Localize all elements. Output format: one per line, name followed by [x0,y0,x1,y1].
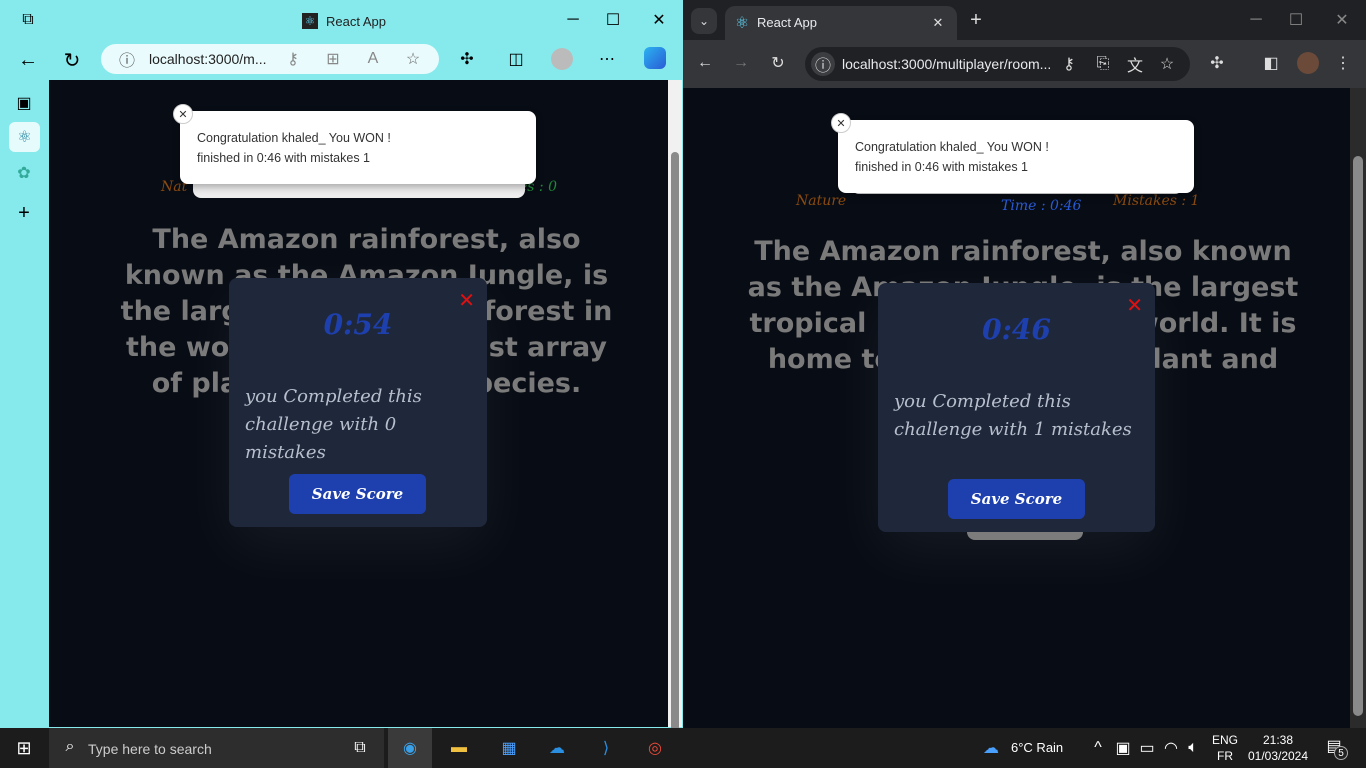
category-label: Nature [796,193,847,209]
onedrive-icon[interactable]: ☁ [546,738,568,758]
extensions-icon[interactable]: ✣ [456,48,478,70]
vscode-icon[interactable]: ⟩ [595,738,617,758]
new-tab-icon[interactable]: + [14,202,34,224]
tab-search-button[interactable]: ⌄ [691,8,717,34]
key-icon[interactable]: ⚷ [283,49,303,69]
modal-timer: 0:46 [982,313,1051,346]
minimize-button[interactable]: ─ [1241,10,1271,30]
split-screen-icon[interactable]: ◫ [505,48,527,70]
search-icon: ⌕ [65,738,75,755]
maximize-button[interactable]: ☐ [598,10,628,30]
close-button[interactable]: ✕ [644,10,674,30]
workspaces-icon[interactable]: ⧉ [18,10,38,30]
save-score-button[interactable]: Save Score [289,474,426,514]
modal-message: you Completed this challenge with 0 mist… [245,386,422,463]
edge-taskbar-icon[interactable]: ◉ [388,728,432,768]
result-modal: ✕ 0:46 you Completed this challenge with… [878,283,1155,532]
notification-count: 5 [1334,746,1348,760]
start-button[interactable]: ⊞ [12,738,36,758]
edge-window: ⧉ ⚛ React App ─ ☐ ✕ ← ↻ ⓘ localhost:3000… [0,0,683,752]
weather-text[interactable]: 6°C Rain [1011,740,1063,755]
result-modal: ✕ 0:54 you Completed this challenge with… [229,278,487,527]
install-app-icon[interactable]: ⎘ [1093,54,1113,74]
lang-secondary: FR [1217,749,1233,763]
site-info-icon[interactable]: ⓘ [811,52,835,76]
clock-date: 01/03/2024 [1247,749,1309,763]
apps-icon[interactable]: ⊞ [323,49,343,69]
react-icon: ⚛ [302,13,318,29]
chrome-taskbar-icon[interactable]: ◎ [644,738,666,758]
translate-icon[interactable]: 文 [1125,54,1145,75]
reload-button[interactable]: ↻ [768,53,788,73]
clock[interactable]: 21:38 01/03/2024 [1246,732,1310,764]
search-placeholder: Type here to search [88,741,212,757]
file-explorer-icon[interactable]: ▬ [448,738,470,758]
toast-close-button[interactable]: ✕ [173,104,193,124]
tab-actions-icon[interactable]: ▣ [14,93,34,113]
read-aloud-icon[interactable]: A [363,49,383,69]
title-text: React App [326,13,386,29]
toast-close-button[interactable]: ✕ [831,113,851,133]
toast-title: Congratulation khaled_ You WON ! [197,131,391,145]
language-indicator[interactable]: ENG FR [1212,732,1238,764]
task-view-icon[interactable]: ⧉ [350,738,370,758]
mistakes-label: Mistakes : 1 [1113,193,1200,209]
modal-message: you Completed this challenge with 1 mist… [894,391,1132,440]
tab-title: React App [757,15,817,30]
more-menu-icon[interactable]: ⋯ [596,48,618,70]
chrome-window: ⌄ ⚛ React App ✕ + ─ ☐ ✕ ← → ↻ ⓘ localhos… [683,0,1366,728]
lang-primary: ENG [1212,733,1239,747]
weather-icon[interactable]: ☁ [978,738,1004,758]
taskbar: ⊞ ⌕ Type here to search ⧉ ◉ ▬ ▦ ☁ ⟩ ◎ ☁ … [0,728,1366,768]
search-box[interactable]: ⌕ Type here to search [49,728,384,768]
react-tab-icon[interactable]: ⚛ [9,122,40,152]
close-button[interactable]: ✕ [1327,10,1357,30]
win-toast: ✕ Congratulation khaled_ You WON ! finis… [831,113,1194,193]
scrollbar-thumb[interactable] [1353,156,1363,716]
toast-title: Congratulation khaled_ You WON ! [855,140,1049,154]
back-button[interactable]: ← [695,53,715,73]
profile-avatar[interactable] [551,48,573,70]
url-text: localhost:3000/m... [149,51,267,67]
refresh-button[interactable]: ↻ [60,48,84,72]
save-score-button[interactable]: Save Score [948,479,1085,519]
url-text: localhost:3000/multiplayer/room... [842,56,1052,72]
meet-now-icon[interactable]: ▣ [1114,738,1132,758]
scrollbar[interactable] [668,80,682,752]
tab-react-app[interactable]: ⚛ React App ✕ [725,6,957,40]
time-label: Time : 0:46 [1001,198,1082,214]
more-menu-icon[interactable]: ⋮ [1333,53,1353,73]
chatgpt-tab-icon[interactable]: ✿ [14,163,34,183]
forward-button[interactable]: → [731,53,751,73]
scrollbar[interactable] [1350,88,1366,728]
maximize-button[interactable]: ☐ [1281,10,1311,30]
new-tab-button[interactable]: + [966,9,986,31]
extensions-icon[interactable]: ✣ [1207,53,1227,73]
minimize-button[interactable]: ─ [558,10,588,30]
favorite-star-icon[interactable]: ☆ [403,49,423,69]
modal-timer: 0:54 [323,308,393,341]
battery-icon[interactable]: ▭ [1138,738,1156,758]
back-button[interactable]: ← [16,48,40,72]
tab-close-icon[interactable]: ✕ [929,14,947,32]
side-panel-icon[interactable]: ◧ [1261,53,1281,73]
clock-time: 21:38 [1262,733,1294,747]
address-bar[interactable]: ⓘ localhost:3000/multiplayer/room... ⚷ ⎘… [805,47,1190,81]
profile-avatar[interactable] [1297,52,1319,74]
window-title: ⚛ React App [302,13,386,29]
password-key-icon[interactable]: ⚷ [1059,54,1079,74]
bookmark-star-icon[interactable]: ☆ [1157,54,1177,74]
copilot-icon[interactable] [644,47,666,69]
win-toast: ✕ Congratulation khaled_ You WON ! finis… [173,104,536,184]
scrollbar-thumb[interactable] [671,152,679,752]
info-icon[interactable]: ⓘ [117,49,137,70]
wifi-icon[interactable]: ◠ [1162,738,1180,758]
address-bar[interactable]: ⓘ localhost:3000/m... ⚷ ⊞ A ☆ [101,44,439,74]
react-icon: ⚛ [734,15,750,32]
toast-body: finished in 0:46 with mistakes 1 [197,151,371,165]
toast-body: finished in 0:46 with mistakes 1 [855,160,1029,174]
volume-icon[interactable]: 🔈︎ [1184,738,1202,758]
store-icon[interactable]: ▦ [498,738,520,758]
show-hidden-icons[interactable]: ^ [1090,738,1106,758]
